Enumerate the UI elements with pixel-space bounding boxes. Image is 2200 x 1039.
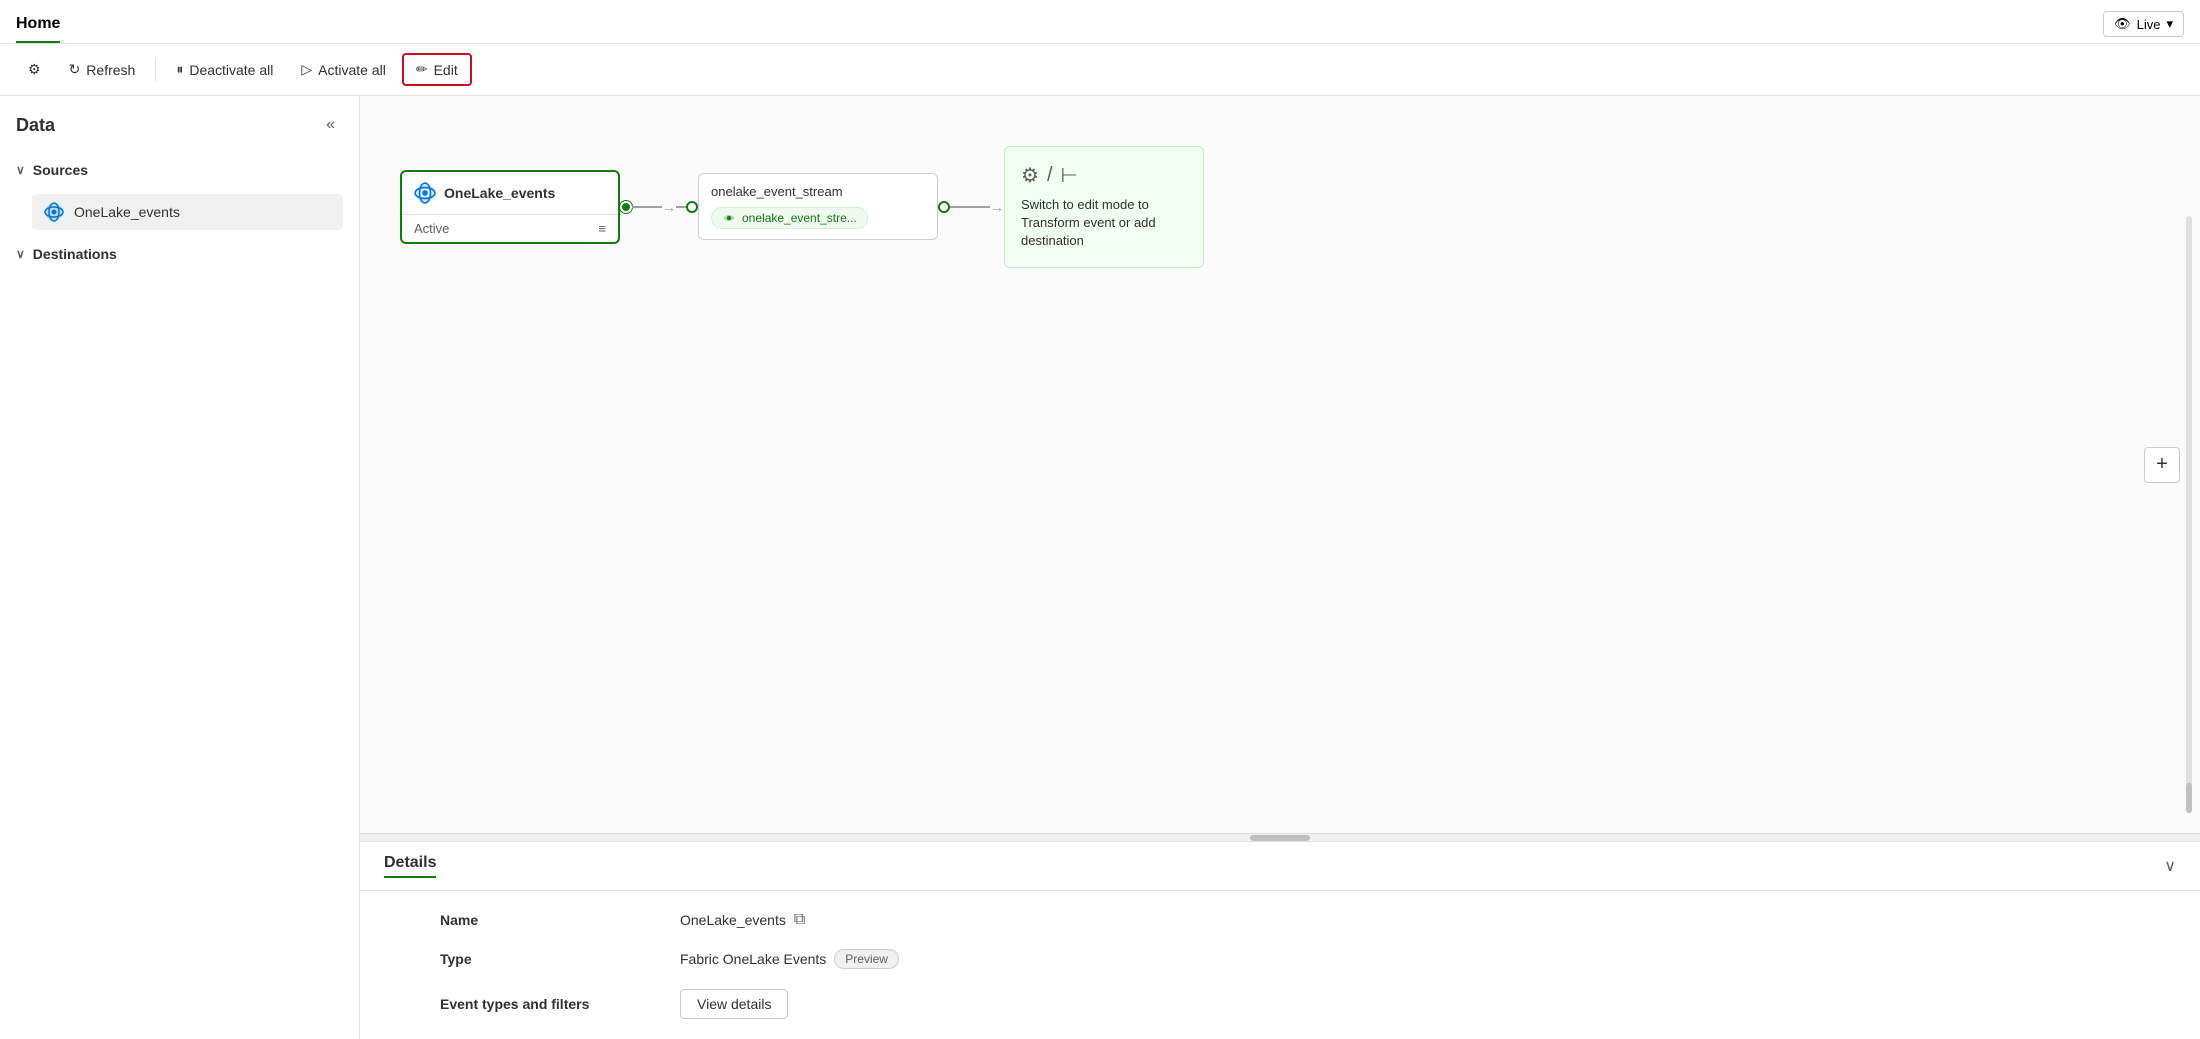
stream-node[interactable]: onelake_event_stream onelake_event_stre.…: [698, 173, 938, 240]
stream-badge: onelake_event_stre...: [711, 207, 868, 229]
name-value: OneLake_events: [680, 912, 786, 928]
canvas[interactable]: OneLake_events Active ≡ →: [360, 96, 2200, 833]
source-node-menu-icon[interactable]: ≡: [598, 221, 606, 236]
name-label: Name: [440, 911, 680, 929]
sources-section-toggle[interactable]: ∨ Sources: [16, 154, 343, 186]
destinations-section-toggle[interactable]: ∨ Destinations: [16, 238, 343, 270]
stream-node-title: onelake_event_stream: [711, 184, 925, 199]
sidebar-title: Data: [16, 115, 55, 136]
view-details-button[interactable]: View details: [680, 989, 788, 1019]
type-label: Type: [440, 949, 680, 969]
settings-button[interactable]: ⚙: [16, 55, 53, 84]
edit-icon: ✏: [416, 61, 428, 78]
main-layout: Data « ∨ Sources OneLake_events ∨ Destin…: [0, 96, 2200, 1039]
arrow-1: →: [662, 199, 676, 215]
deactivate-all-label: Deactivate all: [189, 62, 273, 78]
stream-badge-label: onelake_event_stre...: [742, 211, 857, 225]
sources-chevron-icon: ∨: [16, 163, 25, 177]
type-value: Fabric OneLake Events: [680, 951, 826, 967]
toolbar-divider: [155, 58, 156, 82]
onelake-source-icon: [414, 182, 436, 204]
onelake-events-item[interactable]: OneLake_events: [32, 194, 343, 230]
event-types-value-row: View details: [680, 989, 2120, 1019]
refresh-icon: ↻: [69, 61, 81, 78]
line-2: [676, 206, 686, 208]
copy-icon[interactable]: ⧉: [794, 911, 805, 929]
connector-dot-3: [938, 201, 950, 213]
details-content: Name OneLake_events ⧉ Type Fabric OneLak…: [360, 891, 2200, 1039]
toolbar: ⚙ ↻ Refresh ⏸ Deactivate all ▷ Activate …: [0, 44, 2200, 96]
event-types-label: Event types and filters: [440, 989, 680, 1019]
onelake-icon: [44, 202, 64, 222]
scrollbar-thumb: [1250, 835, 1310, 841]
sidebar-header: Data «: [16, 112, 343, 138]
details-header[interactable]: Details ∨: [360, 842, 2200, 891]
source-node-status: Active: [414, 221, 449, 236]
arrow-2: →: [990, 199, 1004, 215]
source-node-footer: Active ≡: [402, 214, 618, 242]
destinations-label: Destinations: [33, 246, 117, 262]
chevron-down-icon: ▾: [2166, 16, 2173, 32]
sources-label: Sources: [33, 162, 88, 178]
eye-icon: 👁: [2114, 16, 2131, 32]
stream-badge-icon: [722, 211, 736, 225]
export-icon: ⊢: [1061, 163, 1078, 188]
source-node-title: OneLake_events: [444, 185, 555, 201]
transform-icon: ⚙: [1021, 163, 1039, 188]
deactivate-all-button[interactable]: ⏸ Deactivate all: [164, 55, 285, 84]
canvas-scrollbar[interactable]: [360, 833, 2200, 841]
live-button[interactable]: 👁 Live ▾: [2103, 11, 2184, 37]
slash-icon: /: [1047, 164, 1053, 187]
details-panel: Details ∨ Name OneLake_events ⧉ Type Fab…: [360, 841, 2200, 1039]
settings-icon: ⚙: [28, 61, 41, 78]
refresh-label: Refresh: [86, 62, 135, 78]
details-collapse-icon[interactable]: ∨: [2164, 856, 2176, 876]
add-node-button[interactable]: +: [2144, 447, 2180, 483]
activate-icon: ▷: [301, 61, 312, 78]
source-node-header: OneLake_events: [402, 172, 618, 214]
details-title: Details: [384, 854, 436, 878]
canvas-area: OneLake_events Active ≡ →: [360, 96, 2200, 1039]
vertical-scrollbar[interactable]: [2186, 216, 2192, 813]
activate-all-label: Activate all: [318, 62, 386, 78]
destinations-chevron-icon: ∨: [16, 247, 25, 261]
line-1: [632, 206, 662, 208]
refresh-button[interactable]: ↻ Refresh: [57, 55, 148, 84]
flow-diagram: OneLake_events Active ≡ →: [400, 146, 1204, 268]
vertical-scroll-thumb: [2186, 783, 2192, 813]
deactivate-icon: ⏸: [176, 61, 183, 78]
preview-badge: Preview: [834, 949, 899, 969]
edit-button[interactable]: ✏ Edit: [402, 53, 472, 86]
sidebar: Data « ∨ Sources OneLake_events ∨ Destin…: [0, 96, 360, 1039]
line-3: [950, 206, 990, 208]
name-value-row: OneLake_events ⧉: [680, 911, 2120, 929]
connector-source-stream: →: [620, 199, 698, 215]
source-node[interactable]: OneLake_events Active ≡: [400, 170, 620, 244]
title-bar: Home 👁 Live ▾: [0, 0, 2200, 44]
activate-all-button[interactable]: ▷ Activate all: [289, 55, 397, 84]
collapse-sidebar-button[interactable]: «: [318, 112, 343, 138]
page-title: Home: [16, 15, 60, 43]
connector-dot-1: [620, 201, 632, 213]
connector-dot-2: [686, 201, 698, 213]
onelake-events-label: OneLake_events: [74, 204, 180, 220]
destination-icons: ⚙ / ⊢: [1021, 163, 1078, 188]
connector-stream-dest: →: [938, 199, 1004, 215]
edit-label: Edit: [434, 62, 458, 78]
destination-text: Switch to edit mode to Transform event o…: [1021, 196, 1187, 251]
type-value-row: Fabric OneLake Events Preview: [680, 949, 2120, 969]
live-label: Live: [2137, 17, 2161, 32]
destination-placeholder: ⚙ / ⊢ Switch to edit mode to Transform e…: [1004, 146, 1204, 268]
